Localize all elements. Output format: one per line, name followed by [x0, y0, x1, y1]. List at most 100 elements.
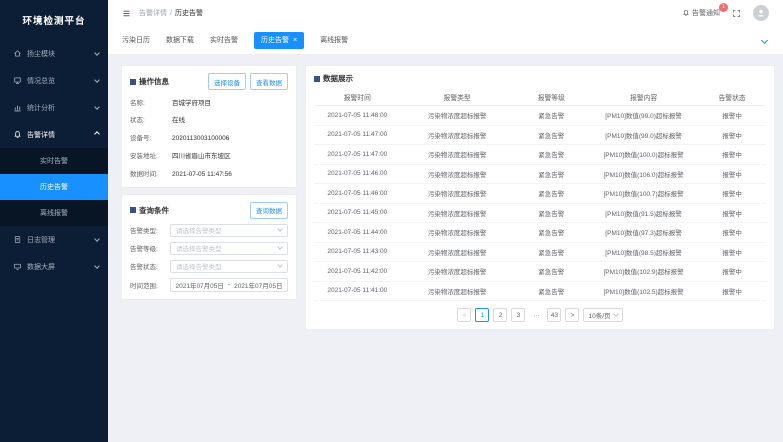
- table-cell: [PM10]数值(106.0)超标报警: [589, 169, 698, 179]
- tabbar-collapse-icon[interactable]: [760, 36, 769, 45]
- home-icon: [13, 49, 22, 58]
- table-cell: 紧急告警: [514, 286, 589, 296]
- info-field-row: 数据时间: 2021-07-05 11:47:56: [130, 171, 288, 179]
- notification-label: 告警通知: [692, 8, 720, 18]
- field-value: 2021-07-05 11:47:56: [172, 171, 232, 179]
- page-ellipsis[interactable]: ···: [529, 308, 543, 322]
- sidebar-item-label: 日志管理: [27, 235, 55, 245]
- page-button[interactable]: 2: [493, 308, 507, 322]
- table-row: 2021-07-05 11:48:00污染物浓度超标报警紧急告警[PM10]数值…: [314, 106, 766, 126]
- data-display-panel: 数据展示 报警时间 报警类型 报警等级 报警内容 告警状态 2021-07-05…: [305, 65, 775, 330]
- prev-page-button[interactable]: <: [457, 308, 471, 322]
- tab-data-download[interactable]: 数据下载: [166, 35, 194, 45]
- sidebar-item-overview[interactable]: 情况总览: [0, 67, 108, 94]
- fullscreen-icon[interactable]: [732, 9, 741, 18]
- table-cell: 紧急告警: [514, 110, 589, 120]
- close-icon[interactable]: ×: [293, 37, 297, 44]
- sidebar-item-label: 统计分析: [27, 103, 55, 113]
- table-cell: [PM10]数值(99.0)超标报警: [589, 110, 698, 120]
- table-cell: 紧急告警: [514, 208, 589, 218]
- tab-history-alarm[interactable]: 历史告警 ×: [254, 32, 304, 49]
- sidebar-item-dust-module[interactable]: 扬尘模块: [0, 40, 108, 67]
- table-cell: 污染物浓度超标报警: [401, 227, 514, 237]
- alarm-table-body: 2021-07-05 11:48:00污染物浓度超标报警紧急告警[PM10]数值…: [314, 106, 766, 301]
- table-cell: 2021-07-05 11:42:00: [314, 268, 401, 275]
- page-button[interactable]: 1: [475, 308, 489, 322]
- sidebar-item-label: 告警详情: [27, 130, 55, 140]
- table-cell: 报警中: [698, 110, 766, 120]
- table-cell: 污染物浓度超标报警: [401, 266, 514, 276]
- sidebar-item-alarm-details[interactable]: 告警详情: [0, 121, 108, 148]
- operation-info-header: 操作信息 选择设备 查看数据: [130, 73, 288, 90]
- notification-button[interactable]: 告警通知 1: [682, 8, 720, 18]
- table-cell: [PM10]数值(99.0)超标报警: [589, 130, 698, 140]
- table-cell: 污染物浓度超标报警: [401, 188, 514, 198]
- alarm-level-select[interactable]: 请选择告警类型: [170, 242, 288, 255]
- tab-offline-alarm[interactable]: 离线报警: [320, 35, 348, 45]
- sidebar-item-label: 数据大屏: [27, 262, 55, 272]
- breadcrumb-separator: /: [170, 10, 172, 17]
- tab-realtime-alarm[interactable]: 实时告警: [210, 35, 238, 45]
- table-cell: 污染物浓度超标报警: [401, 110, 514, 120]
- section-title: 查询条件: [130, 205, 169, 216]
- tab-pollution-calendar[interactable]: 污染日历: [122, 35, 150, 45]
- app-title: 环境检测平台: [0, 0, 108, 40]
- chevron-down-icon: [277, 226, 283, 232]
- table-cell: 紧急告警: [514, 149, 589, 159]
- sidebar-item-statistics[interactable]: 统计分析: [0, 94, 108, 121]
- info-field-row: 设备号: 2020113003100006: [130, 135, 288, 143]
- sidebar-subitem-label: 实时告警: [40, 156, 68, 166]
- field-label: 安装地址:: [130, 153, 172, 161]
- table-header-row: 报警时间 报警类型 报警等级 报警内容 告警状态: [314, 88, 766, 106]
- sidebar-item-history-alarm[interactable]: 历史告警: [0, 174, 108, 200]
- query-label: 告警状态:: [130, 261, 170, 271]
- avatar[interactable]: [753, 5, 769, 21]
- breadcrumb-parent[interactable]: 告警详情: [139, 10, 167, 17]
- page-size-label: 10条/页: [588, 310, 610, 320]
- sidebar-item-offline-alarm[interactable]: 离线报警: [0, 200, 108, 226]
- alarm-table: 报警时间 报警类型 报警等级 报警内容 告警状态 2021-07-05 11:4…: [314, 88, 766, 301]
- column-header: 报警内容: [589, 92, 698, 102]
- table-cell: 紧急告警: [514, 169, 589, 179]
- log-icon: [13, 235, 22, 244]
- table-cell: 污染物浓度超标报警: [401, 208, 514, 218]
- info-field-row: 状态: 在线: [130, 117, 288, 125]
- table-row: 2021-07-05 11:45:00污染物浓度超标报警紧急告警[PM10]数值…: [314, 204, 766, 224]
- sidebar-item-realtime-alarm[interactable]: 实时告警: [0, 148, 108, 174]
- page-size-select[interactable]: 10条/页: [583, 308, 622, 322]
- field-label: 状态:: [130, 117, 172, 125]
- operation-buttons: 选择设备 查看数据: [208, 73, 288, 90]
- page-button[interactable]: 3: [511, 308, 525, 322]
- sidebar-item-log-management[interactable]: 日志管理: [0, 226, 108, 253]
- table-cell: [PM10]数值(91.5)超标报警: [589, 208, 698, 218]
- page-button[interactable]: 43: [547, 308, 561, 322]
- date-range-input[interactable]: 2021年07月05日 - 2021年07月05日: [170, 278, 288, 292]
- query-buttons: 查询数据: [250, 202, 288, 219]
- field-value: 2020113003100006: [172, 135, 229, 143]
- table-row: 2021-07-05 11:43:00污染物浓度超标报警紧急告警[PM10]数值…: [314, 243, 766, 263]
- field-value: 百城学府项目: [172, 100, 211, 108]
- breadcrumb-current: 历史告警: [175, 10, 203, 17]
- alarm-type-select[interactable]: 请选择告警类型: [170, 224, 288, 237]
- sidebar-item-data-screen[interactable]: 数据大屏: [0, 253, 108, 280]
- query-row: 告警等级: 请选择告警类型: [130, 242, 288, 255]
- table-cell: 报警中: [698, 169, 766, 179]
- table-cell: [PM10]数值(102.9)超标报警: [589, 266, 698, 276]
- sidebar-subitem-label: 历史告警: [40, 182, 68, 192]
- table-cell: 紧急告警: [514, 130, 589, 140]
- table-cell: 2021-07-05 11:43:00: [314, 248, 401, 255]
- section-marker: [130, 207, 136, 213]
- field-value: 在线: [172, 117, 185, 125]
- view-data-button[interactable]: 查看数据: [250, 73, 288, 90]
- collapse-menu-icon[interactable]: [122, 9, 131, 18]
- table-cell: 紧急告警: [514, 266, 589, 276]
- table-cell: 报警中: [698, 130, 766, 140]
- alarm-status-select[interactable]: 请选择告警类型: [170, 260, 288, 273]
- table-cell: 报警中: [698, 149, 766, 159]
- query-data-button[interactable]: 查询数据: [250, 202, 288, 219]
- select-device-button[interactable]: 选择设备: [208, 73, 246, 90]
- table-cell: [PM10]数值(100.0)超标报警: [589, 149, 698, 159]
- query-label: 告警类型:: [130, 225, 170, 235]
- date-separator: -: [228, 281, 230, 288]
- next-page-button[interactable]: >: [565, 308, 579, 322]
